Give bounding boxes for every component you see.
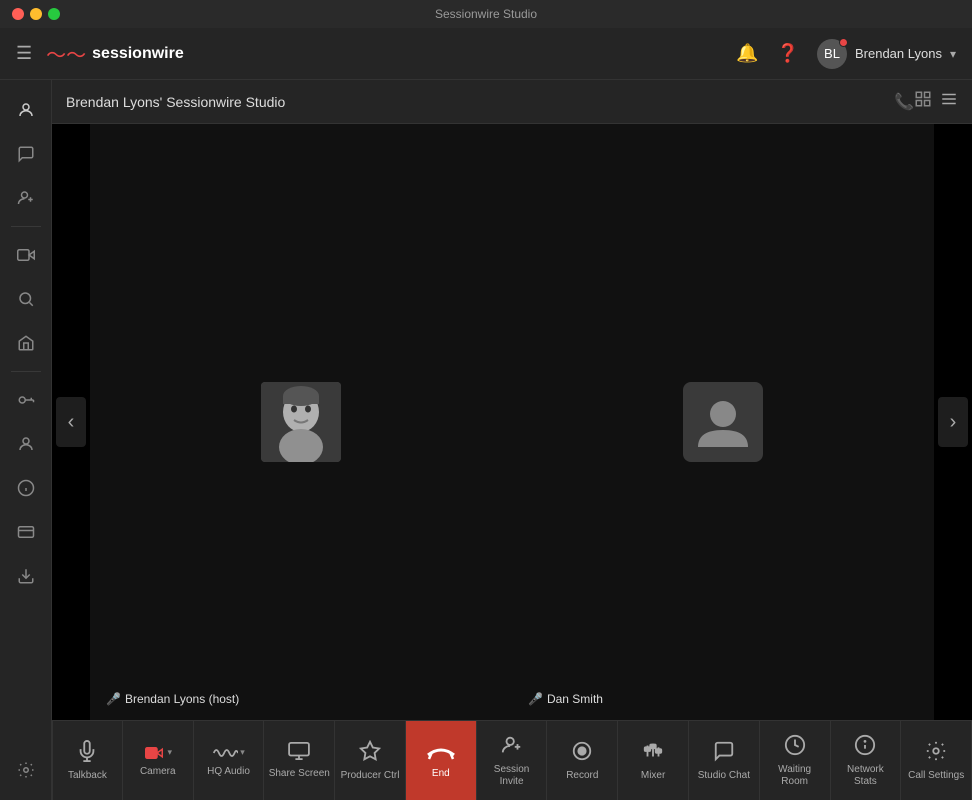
grid-view-icon[interactable]	[914, 90, 932, 113]
window-controls[interactable]	[12, 8, 60, 20]
list-view-icon[interactable]	[940, 90, 958, 113]
studio-title: Brendan Lyons' Sessionwire Studio	[66, 94, 886, 110]
producer-ctrl-label: Producer Ctrl	[341, 770, 400, 782]
participant-panel-brendan: 🎤 Brendan Lyons (host)	[90, 124, 512, 720]
sidebar-item-settings[interactable]	[6, 750, 46, 790]
sidebar-item-contacts[interactable]	[6, 424, 46, 464]
menu-icon[interactable]: ☰	[16, 43, 32, 64]
main-content: Brendan Lyons' Sessionwire Studio 📞 ‹	[52, 80, 972, 800]
video-area: ‹	[52, 124, 972, 720]
end-label: End	[432, 768, 450, 780]
sidebar	[0, 80, 52, 800]
sidebar-item-chat[interactable]	[6, 134, 46, 174]
toolbar-talkback[interactable]: Talkback	[52, 721, 123, 800]
sidebar-item-keys[interactable]	[6, 380, 46, 420]
participant-label-brendan: 🎤 Brendan Lyons (host)	[106, 692, 239, 706]
toolbar-call-settings[interactable]: Call Settings	[901, 721, 972, 800]
session-invite-label: Session Invite	[481, 764, 543, 788]
avatar: BL	[817, 39, 847, 69]
talkback-label: Talkback	[68, 770, 107, 782]
logo-text: sessionwire	[92, 45, 184, 63]
network-stats-label: Network Stats	[835, 764, 897, 788]
toolbar-record[interactable]: Record	[547, 721, 618, 800]
sidebar-item-video[interactable]	[6, 235, 46, 275]
prev-arrow[interactable]: ‹	[56, 397, 86, 447]
talkback-icon	[76, 740, 98, 766]
share-screen-label: Share Screen	[269, 768, 330, 780]
participant-avatar-dan	[683, 382, 763, 462]
studio-chat-label: Studio Chat	[698, 770, 750, 782]
hq-audio-icon-row: ▾	[212, 744, 245, 762]
record-label: Record	[566, 770, 598, 782]
camera-label: Camera	[140, 766, 176, 778]
studio-chat-icon	[713, 740, 735, 766]
mixer-label: Mixer	[641, 770, 665, 782]
active-call-icon: 📞	[894, 92, 914, 112]
sidebar-item-add-contact[interactable]	[6, 178, 46, 218]
mixer-icon	[642, 740, 664, 766]
participant-panel-dan: 🎤 Dan Smith	[512, 124, 934, 720]
toolbar-camera[interactable]: ▾ Camera	[123, 721, 194, 800]
participant-name-dan: Dan Smith	[547, 692, 603, 706]
participant-photo-brendan	[261, 382, 341, 462]
toolbar-mixer[interactable]: Mixer	[618, 721, 689, 800]
view-toggle	[914, 90, 958, 113]
sidebar-item-search[interactable]	[6, 279, 46, 319]
toolbar-network-stats[interactable]: Network Stats	[831, 721, 902, 800]
end-icon	[427, 742, 455, 764]
share-screen-icon	[288, 742, 310, 764]
minimize-button[interactable]	[30, 8, 42, 20]
camera-icon-row: ▾	[143, 744, 172, 762]
session-invite-icon	[501, 734, 523, 760]
chevron-down-icon: ▾	[950, 47, 956, 61]
video-panels: 🎤 Brendan Lyons (host) 🎤 Dan Smith	[90, 124, 934, 720]
toolbar-producer-ctrl[interactable]: Producer Ctrl	[335, 721, 406, 800]
sidebar-item-profile[interactable]	[6, 90, 46, 130]
producer-ctrl-icon	[359, 740, 381, 766]
hq-audio-label: HQ Audio	[207, 766, 250, 778]
record-icon	[571, 740, 593, 766]
next-arrow[interactable]: ›	[938, 397, 968, 447]
user-name: Brendan Lyons	[855, 46, 942, 61]
mic-active-icon-dan: 🎤	[528, 692, 543, 706]
toolbar-end[interactable]: End	[406, 721, 477, 800]
participant-name-brendan: Brendan Lyons (host)	[125, 692, 239, 706]
toolbar-hq-audio[interactable]: ▾ HQ Audio	[194, 721, 265, 800]
mic-active-icon: 🎤	[106, 692, 121, 706]
close-button[interactable]	[12, 8, 24, 20]
title-bar: Sessionwire Studio	[0, 0, 972, 28]
sidebar-item-info[interactable]	[6, 468, 46, 508]
hq-audio-chevron-icon: ▾	[240, 747, 245, 758]
sidebar-divider-2	[11, 371, 41, 372]
logo: 〜〜 sessionwire	[46, 39, 184, 68]
logo-wave-icon: 〜〜	[46, 39, 86, 68]
call-settings-icon	[925, 740, 947, 766]
participant-label-dan: 🎤 Dan Smith	[528, 692, 603, 706]
toolbar-studio-chat[interactable]: Studio Chat	[689, 721, 760, 800]
help-icon[interactable]: ❓	[777, 43, 799, 64]
waiting-room-icon	[784, 734, 806, 760]
user-profile[interactable]: BL Brendan Lyons ▾	[817, 39, 956, 69]
header-icons: 🔔 ❓ BL Brendan Lyons ▾	[736, 39, 956, 69]
app-body: Brendan Lyons' Sessionwire Studio 📞 ‹	[0, 80, 972, 800]
waiting-room-label: Waiting Room	[764, 764, 826, 788]
sidebar-item-download[interactable]	[6, 556, 46, 596]
maximize-button[interactable]	[48, 8, 60, 20]
bottom-toolbar: Talkback ▾ Camera	[52, 720, 972, 800]
toolbar-share-screen[interactable]: Share Screen	[264, 721, 335, 800]
toolbar-waiting-room[interactable]: Waiting Room	[760, 721, 831, 800]
call-settings-label: Call Settings	[908, 770, 964, 782]
sidebar-divider-1	[11, 226, 41, 227]
window-title: Sessionwire Studio	[435, 7, 537, 21]
network-stats-icon	[854, 734, 876, 760]
notification-icon[interactable]: 🔔	[736, 43, 758, 64]
camera-chevron-icon: ▾	[167, 747, 172, 758]
app-header: ☰ 〜〜 sessionwire 🔔 ❓ BL Brendan Lyons ▾	[0, 28, 972, 80]
toolbar-session-invite[interactable]: Session Invite	[477, 721, 548, 800]
sidebar-item-home[interactable]	[6, 323, 46, 363]
avatar-status-dot	[839, 38, 848, 47]
studio-header: Brendan Lyons' Sessionwire Studio 📞	[52, 80, 972, 124]
sidebar-item-billing[interactable]	[6, 512, 46, 552]
